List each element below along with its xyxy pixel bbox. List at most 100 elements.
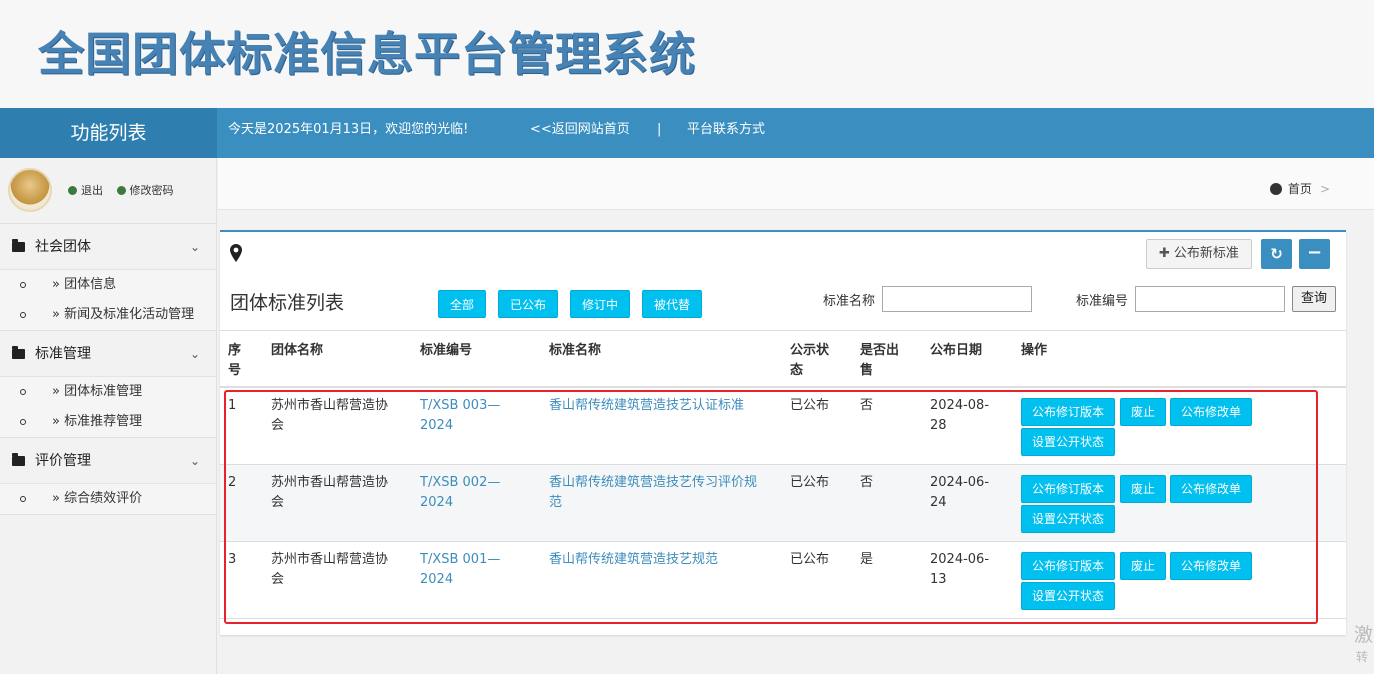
table-row: 2 苏州市香山帮营造协会 T/XSB 002— 2024 香山帮传统建筑营造技艺传…: [220, 465, 1346, 542]
cell-sale: 否: [860, 475, 874, 490]
chevron-down-icon: ⌄: [189, 347, 200, 361]
cell-code-link[interactable]: T/XSB 001— 2024: [420, 550, 500, 590]
map-pin-icon: [230, 244, 242, 262]
th-sale: 是否出售: [860, 343, 900, 378]
circle-bullet-icon: [20, 389, 26, 395]
cell-name-link[interactable]: 香山帮传统建筑营造技艺认证标准: [549, 396, 744, 416]
header: 全国团体标准信息平台管理系统: [0, 0, 1374, 108]
th-code: 标准编号: [420, 343, 473, 358]
cell-org: 苏州市香山帮营造协会: [271, 475, 389, 510]
table-row: 3 苏州市香山帮营造协会 T/XSB 001— 2024 香山帮传统建筑营造技艺规…: [220, 542, 1346, 619]
cell-sale: 否: [860, 398, 874, 413]
circle-bullet-icon: [20, 282, 26, 288]
set-public-status-button[interactable]: 设置公开状态: [1021, 505, 1116, 533]
filter-revising-button[interactable]: 修订中: [570, 290, 631, 318]
cell-status: 已公布: [790, 552, 830, 567]
menu-group-head-evaluation[interactable]: 评价管理 ⌄: [0, 438, 216, 484]
breadcrumb-home[interactable]: 首页: [1288, 182, 1312, 196]
th-status: 公示状态: [790, 343, 830, 378]
sidebar-item-performance-evaluation[interactable]: » 综合绩效评价: [0, 484, 216, 514]
chevron-down-icon: ⌄: [189, 240, 200, 254]
publish-amendment-button[interactable]: 公布修改单: [1170, 475, 1253, 503]
publish-amendment-button[interactable]: 公布修改单: [1170, 552, 1253, 580]
folder-icon: [12, 453, 25, 466]
publish-revision-button[interactable]: 公布修订版本: [1021, 398, 1116, 426]
logout-label: 退出: [81, 184, 103, 197]
contact-link[interactable]: 平台联系方式: [687, 108, 765, 152]
standard-code-input[interactable]: [1135, 286, 1285, 312]
circle-bullet-icon: [20, 312, 26, 318]
cell-seq: 1: [228, 398, 237, 413]
filter-replaced-button[interactable]: 被代替: [642, 290, 703, 318]
table-header: 序号 团体名称 标准编号 标准名称 公示状态 是否出售 公布日期 操作: [220, 330, 1346, 388]
standard-name-input[interactable]: [882, 286, 1032, 312]
cell-date: 2024-06- 24: [930, 475, 990, 510]
menu-group-label: 社会团体: [35, 239, 91, 255]
set-public-status-button[interactable]: 设置公开状态: [1021, 428, 1116, 456]
publish-new-label: 公布新标准: [1173, 246, 1239, 261]
cell-seq: 2: [228, 475, 237, 490]
filter-published-button[interactable]: 已公布: [498, 290, 559, 318]
standard-code-label: 标准编号: [1076, 294, 1129, 309]
watermark-text: 激: [1354, 624, 1374, 646]
sidebar-item-recommend-management[interactable]: » 标准推荐管理: [0, 407, 216, 437]
abolish-button[interactable]: 废止: [1120, 398, 1167, 426]
function-list-title: 功能列表: [0, 108, 217, 158]
sidebar-item-label: » 新闻及标准化活动管理: [52, 307, 195, 322]
minus-icon: −: [1306, 242, 1323, 263]
th-name: 标准名称: [549, 343, 602, 358]
set-public-status-button[interactable]: 设置公开状态: [1021, 582, 1116, 610]
cell-status: 已公布: [790, 475, 830, 490]
cell-code-link[interactable]: T/XSB 003— 2024: [420, 396, 500, 436]
cell-code-link[interactable]: T/XSB 002— 2024: [420, 473, 500, 513]
collapse-button[interactable]: −: [1299, 239, 1330, 269]
chevron-down-icon: ⌄: [189, 454, 200, 468]
th-date: 公布日期: [930, 343, 983, 358]
filter-all-button[interactable]: 全部: [438, 290, 487, 318]
status-dot-icon: [116, 186, 126, 195]
change-password-label: 修改密码: [129, 184, 174, 197]
standards-table: 序号 团体名称 标准编号 标准名称 公示状态 是否出售 公布日期 操作 1 苏州…: [220, 330, 1346, 619]
panel-title: 团体标准列表: [230, 292, 345, 314]
abolish-button[interactable]: 废止: [1120, 475, 1167, 503]
back-home-link[interactable]: <<返回网站首页: [530, 108, 630, 152]
cell-org: 苏州市香山帮营造协会: [271, 398, 389, 433]
logout-link[interactable]: 退出: [68, 184, 103, 197]
sidebar-item-label: » 综合绩效评价: [52, 491, 143, 506]
sidebar-item-label: » 团体标准管理: [52, 384, 143, 399]
standards-panel: ✚ 公布新标准 ↻ − 团体标准列表 全部 已公布 修订中 被代替 标准名称 标准…: [220, 230, 1346, 635]
cell-date: 2024-08- 28: [930, 398, 990, 433]
publish-amendment-button[interactable]: 公布修改单: [1170, 398, 1253, 426]
change-password-link[interactable]: 修改密码: [116, 184, 174, 197]
cell-name-link[interactable]: 香山帮传统建筑营造技艺传习评价规范: [549, 473, 757, 513]
table-row: 1 苏州市香山帮营造协会 T/XSB 003— 2024 香山帮传统建筑营造技艺认…: [220, 388, 1346, 465]
user-box: 退出 修改密码: [0, 158, 216, 224]
abolish-button[interactable]: 废止: [1120, 552, 1167, 580]
avatar: [8, 168, 52, 212]
menu-group-society: 社会团体 ⌄ » 团体信息 » 新闻及标准化活动管理: [0, 224, 216, 331]
refresh-button[interactable]: ↻: [1261, 239, 1292, 269]
top-nav-bar: 功能列表 今天是2025年01月13日，欢迎您的光临! <<返回网站首页 | 平…: [0, 108, 1374, 158]
standard-name-label: 标准名称: [823, 294, 876, 309]
cell-name-link[interactable]: 香山帮传统建筑营造技艺规范: [549, 550, 718, 570]
query-button[interactable]: 查询: [1292, 286, 1337, 312]
menu-group-head-society[interactable]: 社会团体 ⌄: [0, 224, 216, 270]
menu-group-standards: 标准管理 ⌄ » 团体标准管理 » 标准推荐管理: [0, 331, 216, 438]
cell-sale: 是: [860, 552, 874, 567]
refresh-icon: ↻: [1270, 245, 1283, 263]
publish-revision-button[interactable]: 公布修订版本: [1021, 552, 1116, 580]
menu-group-head-standards[interactable]: 标准管理 ⌄: [0, 331, 216, 377]
sidebar-item-org-info[interactable]: » 团体信息: [0, 270, 216, 300]
breadcrumb-bar: 首页 >: [218, 158, 1374, 210]
circle-bullet-icon: [20, 496, 26, 502]
sidebar-item-label: » 团体信息: [52, 277, 117, 292]
welcome-text: 今天是2025年01月13日，欢迎您的光临!: [228, 122, 469, 137]
plus-icon: ✚: [1159, 246, 1170, 261]
th-seq: 序号: [228, 343, 242, 378]
publish-new-standard-button[interactable]: ✚ 公布新标准: [1146, 239, 1252, 269]
menu-group-label: 标准管理: [35, 346, 91, 362]
sidebar-item-standard-management[interactable]: » 团体标准管理: [0, 377, 216, 407]
publish-revision-button[interactable]: 公布修订版本: [1021, 475, 1116, 503]
dashboard-icon: [1269, 183, 1282, 195]
sidebar-item-news[interactable]: » 新闻及标准化活动管理: [0, 300, 216, 330]
